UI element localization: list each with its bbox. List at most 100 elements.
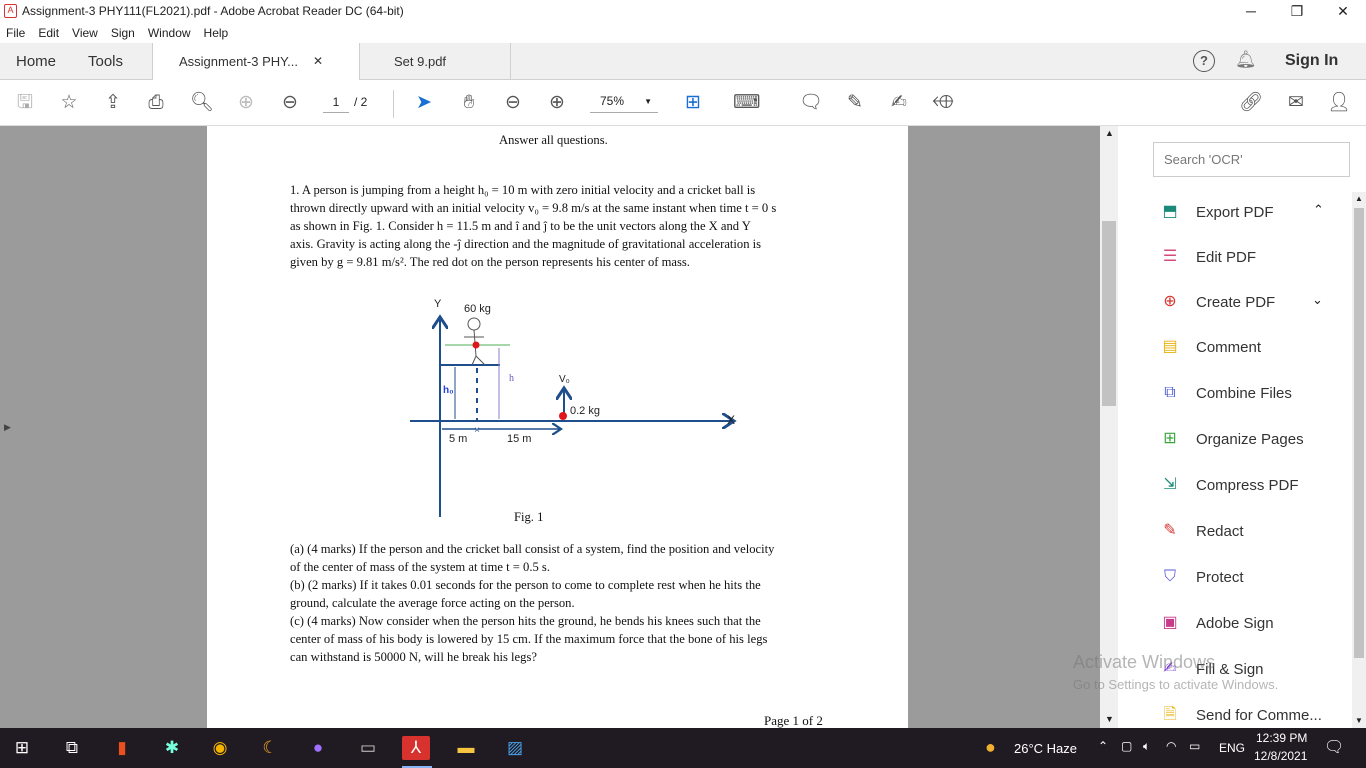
toolbar-divider [393,90,394,118]
distance-5m-label: 5 m [449,433,468,445]
scroll-up-icon[interactable]: ▲ [1355,194,1363,203]
app-icon[interactable]: ☾ [258,736,282,760]
tool-organize-pages[interactable]: ⊞ Organize Pages [1159,427,1303,451]
save-icon[interactable]: 🖫 [12,90,38,116]
notification-center-icon[interactable]: 🗨︎ [1324,737,1344,757]
tool-compress-pdf[interactable]: ⇲ Compress PDF [1159,473,1299,497]
expand-chevron-down-icon[interactable]: ⌄ [1312,292,1323,308]
scroll-up-icon[interactable]: ▲ [1105,128,1114,138]
chrome-icon[interactable]: ◉ [208,736,232,760]
tool-label: Compress PDF [1196,476,1299,494]
h0-label: h₀ [443,385,454,396]
restore-button[interactable]: ❐ [1274,0,1320,22]
sign-in-button[interactable]: Sign In [1285,52,1338,70]
minimize-button[interactable]: ─ [1228,0,1274,22]
weather-text[interactable]: 26°C Haze [1014,741,1077,756]
language-indicator[interactable]: ENG [1219,741,1245,755]
left-panel-expand-icon[interactable]: ▶ [4,422,11,433]
page-number-input[interactable]: 1 [323,95,349,113]
volume-icon[interactable]: 🔈︎ [1143,739,1150,754]
tab-assignment-label[interactable]: Assignment-3 PHY... [179,43,298,80]
activate-windows-subtitle: Go to Settings to activate Windows. [1073,677,1279,692]
upload-cloud-icon[interactable]: ⇪ [100,90,126,116]
bookmark-star-icon[interactable]: ☆ [56,90,82,116]
tray-chevron-up-icon[interactable]: ⌃ [1098,739,1108,753]
add-user-icon[interactable]: 👤︎ [1326,90,1352,116]
dimension-cross-mark: × [474,425,480,436]
highlight-pen-icon[interactable]: ✎ [842,90,868,116]
adobe-sign-icon: ▣ [1162,614,1178,631]
task-view-icon[interactable]: ⧉ [60,736,84,760]
select-cursor-icon[interactable]: ➤ [411,90,437,116]
comment-icon[interactable]: 🗨︎ [798,90,824,116]
find-zoom-icon[interactable]: 🔍︎ [189,90,215,116]
menu-file[interactable]: File [6,26,25,40]
slack-icon[interactable]: ✱ [160,736,184,760]
menu-view[interactable]: View [72,26,98,40]
zoom-out-icon[interactable]: ⊖ [500,90,526,116]
tool-redact[interactable]: ✎ Redact [1159,519,1244,543]
redact-icon: ✎ [1163,522,1177,539]
tools-scrollbar[interactable]: ▲ ▼ [1352,192,1366,728]
tool-comment[interactable]: ▤ Comment [1159,335,1261,359]
combine-files-icon: ⧉ [1164,384,1176,401]
draw-icon[interactable]: ✍︎ [886,90,912,116]
close-button[interactable]: ✕ [1320,0,1366,22]
comment-icon: ▤ [1162,338,1178,355]
person-head [467,317,481,331]
tool-export-pdf[interactable]: ⬒ Export PDF [1159,200,1274,224]
github-icon[interactable]: ● [306,736,330,760]
page-total: / 2 [354,95,368,109]
tab-home[interactable]: Home [16,43,56,80]
tools-scrollbar-thumb[interactable] [1354,208,1364,658]
wifi-icon[interactable]: ◠ [1166,739,1176,753]
tab-set9-label[interactable]: Set 9.pdf [394,43,446,80]
scrollbar-thumb[interactable] [1102,221,1116,406]
cricket-ball [559,412,567,420]
zoom-level-select[interactable]: 75% ▼ [590,94,658,113]
tool-adobe-sign[interactable]: ▣ Adobe Sign [1159,611,1273,635]
acrobat-taskbar-icon[interactable]: ⅄ [402,736,430,760]
windows-start-icon[interactable]: ⊞ [10,736,34,760]
tool-combine-files[interactable]: ⧉ Combine Files [1159,381,1292,405]
office-icon[interactable]: ▮ [110,736,134,760]
photos-icon[interactable]: ▨ [503,736,527,760]
scroll-mode-icon[interactable]: ⌨ [733,90,760,116]
tool-edit-pdf[interactable]: ☰ Edit PDF [1159,245,1256,269]
search-tools-input[interactable]: Search 'OCR' [1153,142,1350,177]
clock-time[interactable]: 12:39 PM [1256,731,1307,745]
menu-help[interactable]: Help [204,26,229,40]
email-icon[interactable]: ✉ [1283,90,1309,116]
edit-pdf-icon: ☰ [1162,248,1178,265]
print-icon[interactable]: ⎙ [143,90,169,116]
previous-page-icon[interactable]: ⊕ [233,90,259,116]
scroll-down-icon[interactable]: ▼ [1105,714,1114,724]
close-tab-icon[interactable]: ✕ [313,43,323,80]
collapse-chevron-up-icon[interactable]: ⌃ [1313,202,1324,218]
file-explorer-icon[interactable]: ▬ [454,736,478,760]
fill-sign-icon[interactable]: ⬲ [930,90,956,116]
help-icon[interactable]: ? [1193,50,1215,72]
tool-label: Redact [1196,522,1244,540]
battery-icon[interactable]: ▭ [1189,739,1200,753]
clock-date[interactable]: 12/8/2021 [1254,749,1307,763]
tool-protect[interactable]: ⛉ Protect [1159,565,1244,589]
zoom-in-icon[interactable]: ⊕ [544,90,570,116]
menu-window[interactable]: Window [148,26,191,40]
tool-create-pdf[interactable]: ⊕ Create PDF [1159,290,1275,314]
scroll-down-icon[interactable]: ▼ [1355,716,1363,725]
terminal-icon[interactable]: ▭ [356,736,380,760]
menu-edit[interactable]: Edit [38,26,59,40]
notification-bell-icon[interactable]: 🔔︎ [1235,50,1257,70]
menu-sign[interactable]: Sign [111,26,135,40]
document-scrollbar[interactable]: ▲ ▼ [1100,126,1118,728]
document-viewer[interactable]: ▶ ▶ Answer all questions. 1. A person is… [0,126,1100,728]
fit-page-icon[interactable]: ⊞ [680,90,706,116]
meet-now-icon[interactable]: ▢ [1121,739,1132,753]
hand-tool-icon[interactable]: ✋︎ [456,90,482,116]
next-page-icon[interactable]: ⊖ [277,90,303,116]
tool-send-for-comment[interactable]: 🗎︎ Send for Comme... [1159,703,1322,727]
tab-tools[interactable]: Tools [88,43,123,80]
share-link-icon[interactable]: 🔗︎ [1238,90,1264,116]
tool-label: Export PDF [1196,203,1274,221]
